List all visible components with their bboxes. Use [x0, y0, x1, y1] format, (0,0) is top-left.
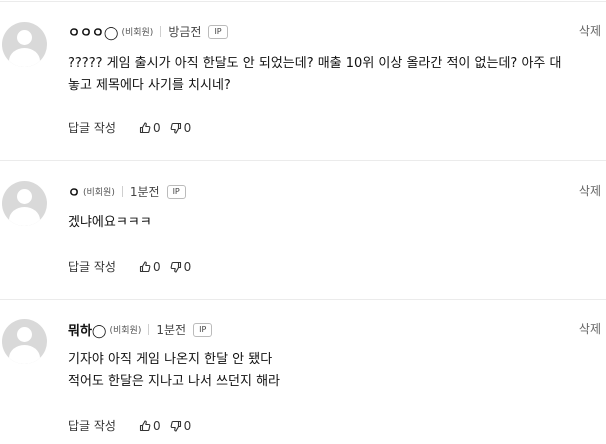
timestamp: 방금전	[168, 25, 202, 39]
comment-actions: 답글 작성 0 0	[68, 417, 200, 434]
thumbs-up-icon	[139, 419, 151, 431]
comment-text-line: 적어도 한달은 지나고 나서 쓰던지 해라	[68, 374, 281, 389]
dislike-button[interactable]: 0	[170, 259, 192, 274]
like-button[interactable]: 0	[139, 419, 161, 433]
separator	[121, 186, 123, 197]
member-type: (비회원)	[109, 326, 142, 336]
dislike-count: 0	[183, 120, 192, 135]
comment-meta: ㅇ (비회원) 1분전 IP	[68, 182, 186, 201]
nickname[interactable]: 뭐하◯	[68, 320, 106, 339]
comment-text: ????? 게임 출시가 아직 한달도 안 되었는데? 매출 10위 이상 올라…	[68, 53, 603, 97]
separator	[148, 324, 150, 335]
comment-text: 기자야 아직 게임 나온지 한달 안 됐다 적어도 한달은 지나고 나서 쓰던지…	[68, 349, 603, 393]
thumbs-up-icon	[139, 121, 151, 133]
avatar	[2, 22, 47, 67]
comment-actions: 답글 작성 0 0	[68, 119, 200, 136]
ip-badge: IP	[166, 184, 186, 199]
comment-text-line: 겠냐에요ㅋㅋㅋ	[68, 215, 152, 230]
like-button[interactable]: 0	[139, 260, 161, 274]
like-count: 0	[152, 120, 161, 135]
avatar	[2, 319, 47, 364]
thumbs-up-icon	[139, 260, 151, 272]
comment-text-line: ????? 게임 출시가 아직 한달도 안 되었는데? 매출 10위 이상 올라…	[68, 56, 562, 71]
timestamp: 1분전	[156, 323, 187, 337]
like-count: 0	[152, 259, 161, 274]
divider-top	[0, 1, 606, 2]
dislike-button[interactable]: 0	[170, 120, 192, 135]
thumbs-down-icon	[170, 122, 181, 134]
delete-button[interactable]: 삭제	[579, 22, 601, 39]
delete-button[interactable]: 삭제	[579, 320, 601, 337]
ip-badge: IP	[208, 24, 228, 39]
nickname[interactable]: ㅇㅇㅇ◯	[68, 22, 118, 41]
like-button[interactable]: 0	[139, 121, 161, 135]
comment-text-line: 기자야 아직 게임 나온지 한달 안 됐다	[68, 352, 273, 367]
separator	[160, 26, 162, 37]
ip-badge: IP	[193, 322, 213, 337]
comment-text: 겠냐에요ㅋㅋㅋ	[68, 212, 603, 234]
reply-button[interactable]: 답글 작성	[68, 258, 116, 275]
dislike-button[interactable]: 0	[170, 418, 192, 433]
reply-button[interactable]: 답글 작성	[68, 417, 116, 434]
comment-meta: 뭐하◯ (비회원) 1분전 IP	[68, 320, 213, 339]
comment-meta: ㅇㅇㅇ◯ (비회원) 방금전 IP	[68, 22, 228, 41]
comment-actions: 답글 작성 0 0	[68, 258, 200, 275]
member-type: (비회원)	[121, 28, 154, 38]
divider	[0, 299, 606, 300]
reply-button[interactable]: 답글 작성	[68, 119, 116, 136]
delete-button[interactable]: 삭제	[579, 182, 601, 199]
dislike-count: 0	[183, 259, 192, 274]
timestamp: 1분전	[129, 185, 160, 199]
thumbs-down-icon	[170, 261, 181, 273]
nickname[interactable]: ㅇ	[68, 182, 80, 201]
like-count: 0	[152, 418, 161, 433]
divider	[0, 160, 606, 161]
dislike-count: 0	[183, 418, 192, 433]
member-type: (비회원)	[82, 188, 115, 198]
thumbs-down-icon	[170, 420, 181, 432]
comment-text-line: 놓고 제목에다 사기를 치시네?	[68, 78, 231, 93]
avatar	[2, 181, 47, 226]
